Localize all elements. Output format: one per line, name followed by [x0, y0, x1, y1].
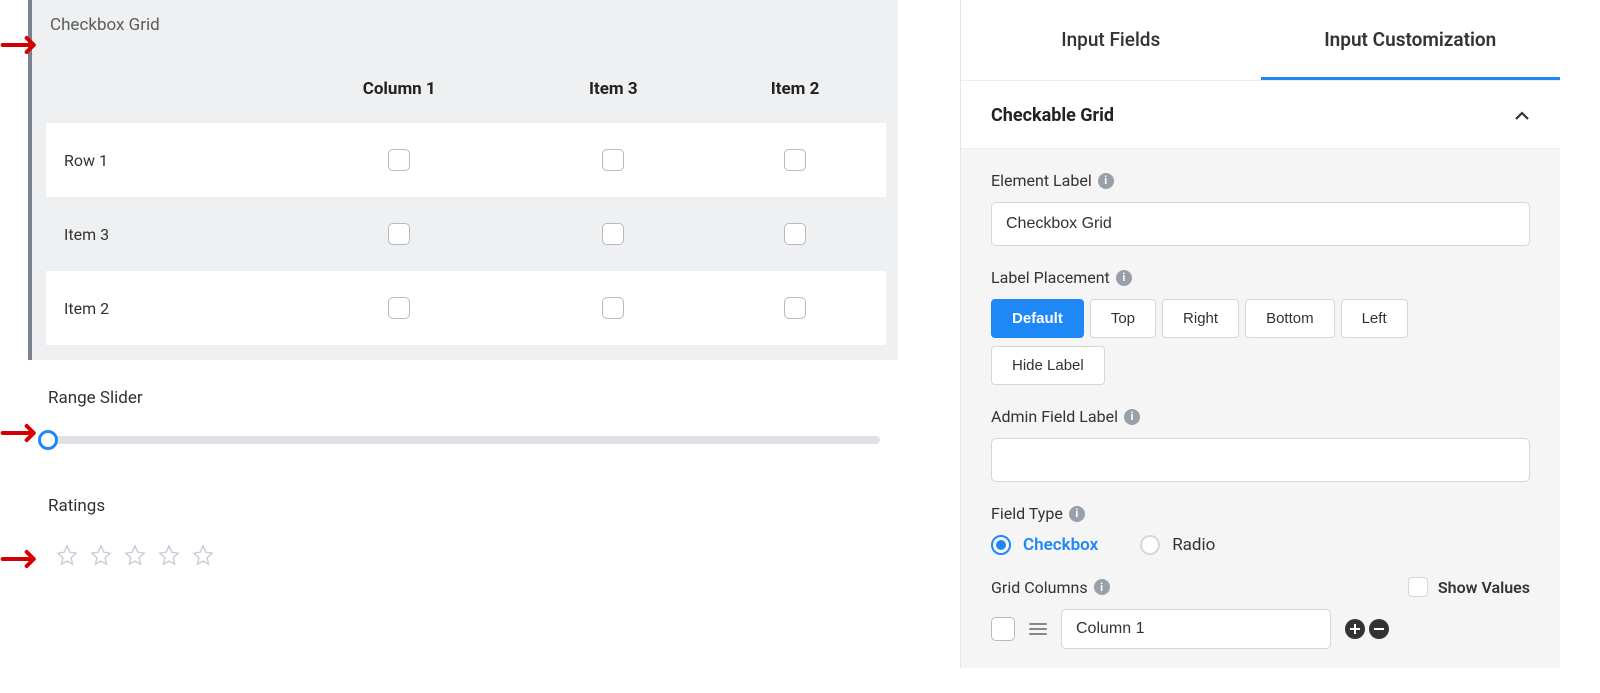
add-column-button[interactable]	[1345, 619, 1365, 639]
grid-checkbox[interactable]	[388, 149, 410, 171]
annotation-arrow	[0, 412, 42, 454]
placement-option-right[interactable]: Right	[1162, 299, 1239, 338]
ratings-widget[interactable]: Ratings	[48, 496, 950, 566]
info-icon[interactable]: i	[1116, 270, 1132, 286]
tab-input-fields[interactable]: Input Fields	[961, 0, 1261, 80]
field-label-text: Label Placement	[991, 268, 1110, 287]
info-icon[interactable]: i	[1098, 173, 1114, 189]
placement-option-default[interactable]: Default	[991, 299, 1084, 338]
column-checkbox[interactable]	[991, 617, 1015, 641]
grid-checkbox[interactable]	[388, 297, 410, 319]
info-icon[interactable]: i	[1124, 409, 1140, 425]
checkbox-icon	[1408, 577, 1428, 597]
field-label-text: Admin Field Label	[991, 407, 1118, 426]
grid-col-header: Item 2	[704, 59, 886, 123]
widget-title: Ratings	[48, 496, 950, 516]
star-icon[interactable]	[192, 544, 214, 566]
grid-row-label: Item 2	[46, 271, 276, 345]
grid-row: Item 2	[46, 271, 886, 345]
section-title: Checkable Grid	[991, 105, 1114, 126]
ratings-stars	[56, 544, 950, 566]
grid-row-label: Item 3	[46, 197, 276, 271]
placement-option-hide-label[interactable]: Hide Label	[991, 346, 1105, 385]
grid-checkbox[interactable]	[388, 223, 410, 245]
star-icon[interactable]	[124, 544, 146, 566]
settings-tabs: Input Fields Input Customization	[961, 0, 1560, 80]
tab-input-customization[interactable]: Input Customization	[1261, 0, 1561, 80]
star-icon[interactable]	[56, 544, 78, 566]
chevron-up-icon	[1514, 108, 1530, 124]
settings-panel: Input Fields Input Customization Checkab…	[960, 0, 1560, 668]
grid-row: Item 3	[46, 197, 886, 271]
radio-icon	[991, 535, 1011, 555]
range-slider-track[interactable]	[40, 436, 880, 444]
placement-option-top[interactable]: Top	[1090, 299, 1156, 338]
remove-column-button[interactable]	[1369, 619, 1389, 639]
grid-checkbox[interactable]	[602, 149, 624, 171]
placement-option-bottom[interactable]: Bottom	[1245, 299, 1335, 338]
widget-title: Range Slider	[48, 388, 950, 408]
grid-col-header: Column 1	[276, 59, 522, 123]
placement-option-left[interactable]: Left	[1341, 299, 1408, 338]
radio-label: Radio	[1172, 535, 1215, 555]
radio-icon	[1140, 535, 1160, 555]
form-preview-panel: Checkbox Grid Column 1 Item 3 Item 2 Row…	[0, 0, 960, 668]
widget-title: Checkbox Grid	[50, 15, 898, 35]
grid-column-item	[991, 609, 1530, 649]
admin-field-label-group: Admin Field Label i	[991, 407, 1530, 482]
grid-checkbox[interactable]	[784, 297, 806, 319]
drag-handle-icon[interactable]	[1029, 623, 1047, 635]
element-label-group: Element Label i	[991, 171, 1530, 246]
field-type-checkbox[interactable]: Checkbox	[991, 535, 1098, 555]
show-values-toggle[interactable]: Show Values	[1408, 577, 1530, 597]
annotation-arrow	[0, 538, 42, 580]
settings-body: Element Label i Label Placement i Defaul…	[961, 149, 1560, 693]
grid-header-row: Column 1 Item 3 Item 2	[46, 59, 886, 123]
element-label-input[interactable]	[991, 202, 1530, 246]
range-slider-thumb[interactable]	[38, 430, 58, 450]
grid-columns-group: Grid Columns i Show Values	[991, 577, 1530, 649]
info-icon[interactable]: i	[1094, 579, 1110, 595]
checkbox-grid-widget[interactable]: Checkbox Grid Column 1 Item 3 Item 2 Row…	[28, 0, 898, 360]
field-type-group: Field Type i Checkbox Radio	[991, 504, 1530, 555]
grid-checkbox[interactable]	[784, 223, 806, 245]
grid-row-label: Row 1	[46, 123, 276, 197]
field-label-text: Field Type	[991, 504, 1063, 523]
admin-field-label-input[interactable]	[991, 438, 1530, 482]
info-icon[interactable]: i	[1069, 506, 1085, 522]
section-header[interactable]: Checkable Grid	[961, 80, 1560, 149]
grid-checkbox[interactable]	[602, 297, 624, 319]
range-slider-widget[interactable]: Range Slider	[48, 388, 950, 444]
field-label-text: Element Label	[991, 171, 1092, 190]
grid-row: Row 1	[46, 123, 886, 197]
grid-checkbox[interactable]	[602, 223, 624, 245]
field-label-text: Grid Columns	[991, 578, 1088, 597]
grid-col-header: Item 3	[522, 59, 704, 123]
grid-column-input[interactable]	[1061, 609, 1331, 649]
show-values-label: Show Values	[1438, 578, 1530, 597]
checkbox-grid-table: Column 1 Item 3 Item 2 Row 1 Item 3	[46, 59, 886, 345]
label-placement-group: Label Placement i Default Top Right Bott…	[991, 268, 1530, 385]
star-icon[interactable]	[90, 544, 112, 566]
star-icon[interactable]	[158, 544, 180, 566]
grid-checkbox[interactable]	[784, 149, 806, 171]
field-type-radio[interactable]: Radio	[1140, 535, 1215, 555]
radio-label: Checkbox	[1023, 535, 1098, 555]
